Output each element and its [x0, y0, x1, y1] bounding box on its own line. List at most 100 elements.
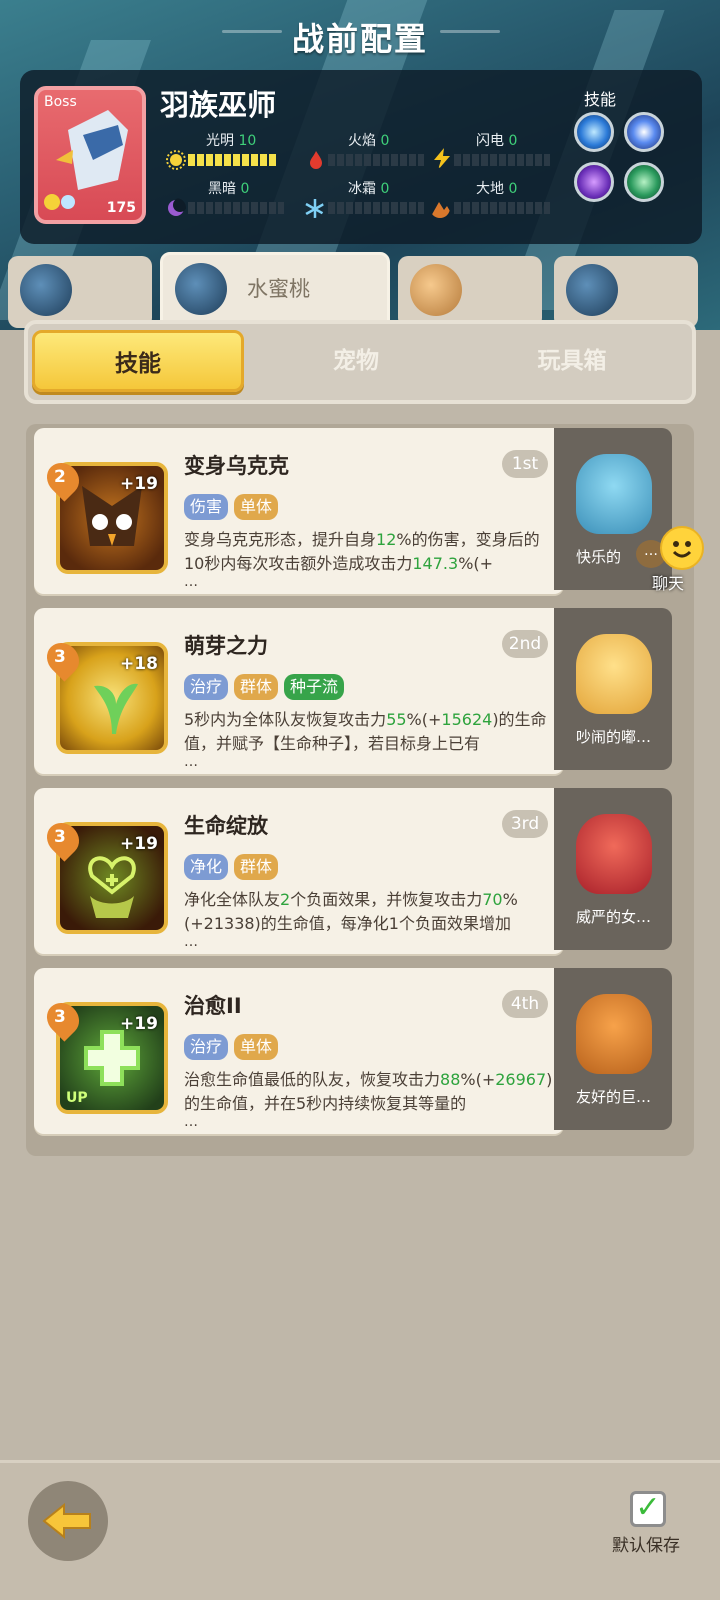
pet-name: 威严的女… — [576, 908, 652, 926]
snowflake-icon — [305, 199, 324, 218]
footer-bar: ✓ 默认保存 — [0, 1460, 720, 1600]
boss-portrait[interactable]: Boss 175 — [34, 86, 146, 224]
skill-upgrade-level: +19 — [120, 474, 158, 494]
fire-icon — [310, 151, 322, 169]
pet-slot-2[interactable]: 吵闹的嘟… — [554, 608, 672, 770]
team-member-row: 水蜜桃 — [0, 252, 720, 330]
skill-up-badge: UP — [66, 1090, 88, 1106]
skill-rank-badge: 4th — [502, 990, 548, 1018]
boss-info-panel: Boss 175 羽族巫师 光明 10 火焰 0 闪电 0 黑暗 0 冰霜 0 — [20, 70, 702, 244]
member-avatar — [410, 264, 462, 316]
skill-rank-badge: 3rd — [502, 810, 548, 838]
member-name: 水蜜桃 — [247, 277, 310, 301]
element-lightning-bar — [454, 154, 550, 166]
skill-name: 生命绽放 — [184, 814, 268, 838]
skill-gem-level: 3 — [54, 827, 66, 847]
skill-tag: 单体 — [234, 1034, 279, 1060]
skill-rank-badge: 2nd — [502, 630, 548, 658]
description-more: … — [184, 1114, 198, 1130]
skill-description: 净化全体队友2个负面效果，并恢复攻击力70%(+21338)的生命值，每净化1个… — [184, 890, 518, 933]
element-fire-bar — [328, 154, 424, 166]
pet-figure — [576, 814, 652, 894]
skill-tag: 群体 — [234, 854, 279, 880]
skill-gem-level: 2 — [54, 467, 66, 487]
skill-card[interactable]: UP 3 +19 治愈II 4th 治疗 单体 治愈生命值最低的队友，恢复攻击力… — [34, 968, 564, 1134]
skill-tag: 伤害 — [184, 494, 229, 520]
element-fire-label: 火焰 0 — [348, 133, 390, 149]
element-earth-bar — [454, 202, 550, 214]
default-save-label: 默认保存 — [612, 1536, 680, 1556]
element-frost-label: 冰霜 0 — [348, 181, 390, 197]
boss-header-area: 战前配置 Boss 175 羽族巫师 光明 10 火焰 0 闪电 0 黑暗 0 — [0, 0, 720, 330]
description-more: … — [184, 934, 198, 950]
pet-slot-4[interactable]: 友好的巨… — [554, 968, 672, 1130]
skill-upgrade-level: +18 — [120, 654, 158, 674]
team-member-3[interactable] — [398, 256, 542, 328]
team-member-4[interactable] — [554, 256, 698, 328]
skill-card[interactable]: 2 +19 变身乌克克 1st 伤害 单体 变身乌克克形态，提升自身12%的伤害… — [34, 428, 564, 594]
boss-name: 羽族巫师 — [160, 88, 277, 122]
description-more: … — [184, 754, 198, 770]
skill-tag: 净化 — [184, 854, 229, 880]
pet-name: 友好的巨… — [576, 1088, 652, 1106]
element-light-label: 光明 10 — [206, 133, 257, 149]
chat-button[interactable]: … 聊天 — [636, 526, 720, 594]
description-more: … — [184, 574, 198, 590]
tab-bar: 技能 宠物 玩具箱 — [24, 320, 696, 404]
boss-skill-dark-icon[interactable] — [574, 162, 614, 202]
pet-figure — [576, 634, 652, 714]
team-member-1[interactable] — [8, 256, 152, 328]
tab-skills[interactable]: 技能 — [32, 330, 244, 392]
skill-description: 变身乌克克形态，提升自身12%的伤害，变身后的10秒内每次攻击额外造成攻击力14… — [184, 530, 540, 573]
pet-slot-3[interactable]: 威严的女… — [554, 788, 672, 950]
skill-name: 变身乌克克 — [184, 454, 289, 478]
moon-icon — [168, 198, 186, 216]
checkbox-checked-icon[interactable]: ✓ — [630, 1491, 666, 1527]
team-member-2[interactable]: 水蜜桃 — [160, 252, 390, 330]
chat-label: 聊天 — [652, 574, 685, 593]
mountain-icon — [430, 202, 450, 218]
skill-upgrade-level: +19 — [120, 1014, 158, 1034]
skill-gem-level: 3 — [54, 1007, 66, 1027]
element-light-bar — [188, 154, 278, 166]
skill-name: 萌芽之力 — [184, 634, 268, 658]
default-save-toggle[interactable]: ✓ 默认保存 — [612, 1485, 708, 1565]
element-earth-label: 大地 0 — [476, 181, 518, 197]
sun-icon — [166, 150, 186, 170]
boss-skill-burst-icon[interactable] — [624, 112, 664, 152]
member-avatar — [20, 264, 72, 316]
pet-figure — [576, 454, 652, 534]
pet-name: 吵闹的嘟… — [576, 728, 652, 746]
back-button[interactable] — [28, 1481, 108, 1561]
skill-card[interactable]: 3 +19 生命绽放 3rd 净化 群体 净化全体队友2个负面效果，并恢复攻击力… — [34, 788, 564, 954]
tab-pets[interactable]: 宠物 — [250, 330, 462, 392]
tab-toybox[interactable]: 玩具箱 — [466, 330, 678, 392]
skill-list: 2 +19 变身乌克克 1st 伤害 单体 变身乌克克形态，提升自身12%的伤害… — [26, 424, 694, 1156]
pet-name: 快乐的 — [576, 548, 622, 566]
boss-level: 175 — [106, 200, 136, 216]
element-lightning-label: 闪电 0 — [476, 133, 518, 149]
skill-name: 治愈II — [184, 994, 242, 1018]
skill-card[interactable]: 3 +18 萌芽之力 2nd 治疗 群体 种子流 5秒内为全体队友恢复攻击力55… — [34, 608, 564, 774]
chat-face-icon — [660, 526, 704, 570]
page-title: 战前配置 — [291, 20, 428, 58]
skill-tag: 治疗 — [184, 1034, 229, 1060]
boss-skill-water-icon[interactable] — [574, 112, 614, 152]
skill-rank-badge: 1st — [502, 450, 548, 478]
arrow-left-icon — [42, 1503, 91, 1539]
skill-description: 5秒内为全体队友恢复攻击力55%(+15624)的生命值，并赋予【生命种子】，若… — [184, 710, 547, 753]
skill-gem-level: 3 — [54, 647, 66, 667]
skill-tag: 群体 — [234, 674, 279, 700]
boss-skills-label: 技能 — [584, 90, 617, 109]
boss-skill-wind-icon[interactable] — [624, 162, 664, 202]
skill-tag: 单体 — [234, 494, 279, 520]
element-frost-bar — [328, 202, 424, 214]
skill-tag: 种子流 — [284, 674, 345, 700]
member-avatar — [175, 263, 227, 315]
lightning-icon — [434, 148, 450, 168]
pet-figure — [576, 994, 652, 1074]
skill-description: 治愈生命值最低的队友，恢复攻击力88%(+26967)的生命值，并在5秒内持续恢… — [184, 1070, 553, 1113]
skill-upgrade-level: +19 — [120, 834, 158, 854]
skill-tag: 治疗 — [184, 674, 229, 700]
element-dark-label: 黑暗 0 — [208, 181, 250, 197]
